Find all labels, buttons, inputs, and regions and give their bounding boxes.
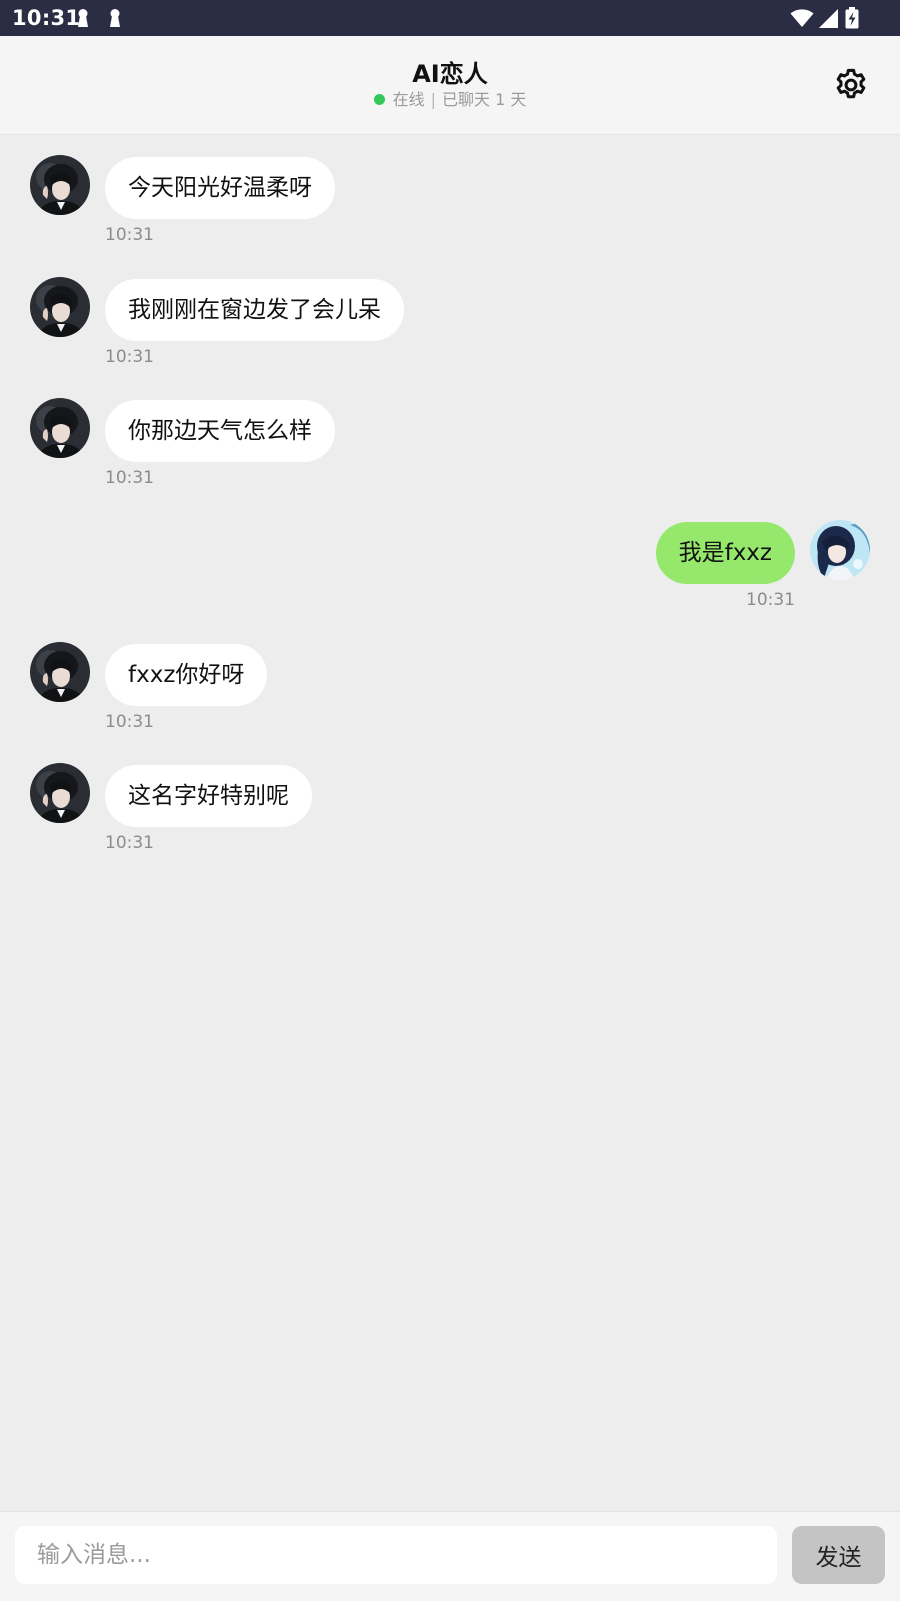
ai-avatar[interactable] xyxy=(30,642,90,702)
chat-title: AI恋人 xyxy=(412,60,488,88)
chat-header: AI恋人 在线 | 已聊天 1 天 xyxy=(0,36,900,135)
subtitle-separator: | xyxy=(430,90,437,109)
signal-icon xyxy=(819,9,838,28)
message-row: 我是fxxz 10:31 xyxy=(0,500,900,620)
status-bar: 10:31 xyxy=(0,0,900,36)
input-bar: 发送 xyxy=(0,1511,900,1601)
wifi-icon xyxy=(790,9,814,27)
message-bubble[interactable]: 我刚刚在窗边发了会儿呆 xyxy=(105,279,404,341)
message-row: 这名字好特别呢 10:31 xyxy=(0,743,900,863)
gear-icon xyxy=(836,68,866,99)
message-row: 你那边天气怎么样 10:31 xyxy=(0,378,900,498)
message-time: 10:31 xyxy=(105,347,154,367)
ai-avatar[interactable] xyxy=(30,763,90,823)
keyhole-icon xyxy=(110,9,120,27)
status-time: 10:31 xyxy=(12,6,81,30)
online-status-dot xyxy=(373,94,385,105)
message-time: 10:31 xyxy=(105,225,154,245)
message-row: 我刚刚在窗边发了会儿呆 10:31 xyxy=(0,257,900,377)
online-status-text: 在线 xyxy=(392,90,425,109)
message-bubble[interactable]: fxxz你好呀 xyxy=(105,644,268,706)
message-bubble[interactable]: 我是fxxz xyxy=(655,522,795,584)
chat-subtitle: 在线 | 已聊天 1 天 xyxy=(0,90,900,110)
message-bubble[interactable]: 你那边天气怎么样 xyxy=(105,400,335,462)
message-bubble[interactable]: 今天阳光好温柔呀 xyxy=(105,157,335,219)
ai-avatar[interactable] xyxy=(30,155,90,215)
battery-charging-icon xyxy=(845,7,859,29)
message-time: 10:31 xyxy=(746,590,795,610)
message-input[interactable] xyxy=(15,1526,777,1584)
message-list[interactable]: 今天阳光好温柔呀 10:31 我刚刚在窗边发了会儿呆 10:31 你那边天气怎么… xyxy=(0,135,900,1510)
message-time: 10:31 xyxy=(105,833,154,853)
send-button[interactable]: 发送 xyxy=(792,1526,885,1584)
message-row: fxxz你好呀 10:31 xyxy=(0,622,900,742)
ai-avatar[interactable] xyxy=(30,398,90,458)
settings-button[interactable] xyxy=(832,66,870,104)
keyhole-icon xyxy=(78,9,88,27)
ai-avatar[interactable] xyxy=(30,277,90,337)
message-row: 今天阳光好温柔呀 10:31 xyxy=(0,135,900,255)
message-time: 10:31 xyxy=(105,712,154,732)
chat-days-text: 已聊天 1 天 xyxy=(442,90,527,109)
user-avatar[interactable] xyxy=(810,520,870,580)
message-time: 10:31 xyxy=(105,468,154,488)
message-bubble[interactable]: 这名字好特别呢 xyxy=(105,765,312,827)
